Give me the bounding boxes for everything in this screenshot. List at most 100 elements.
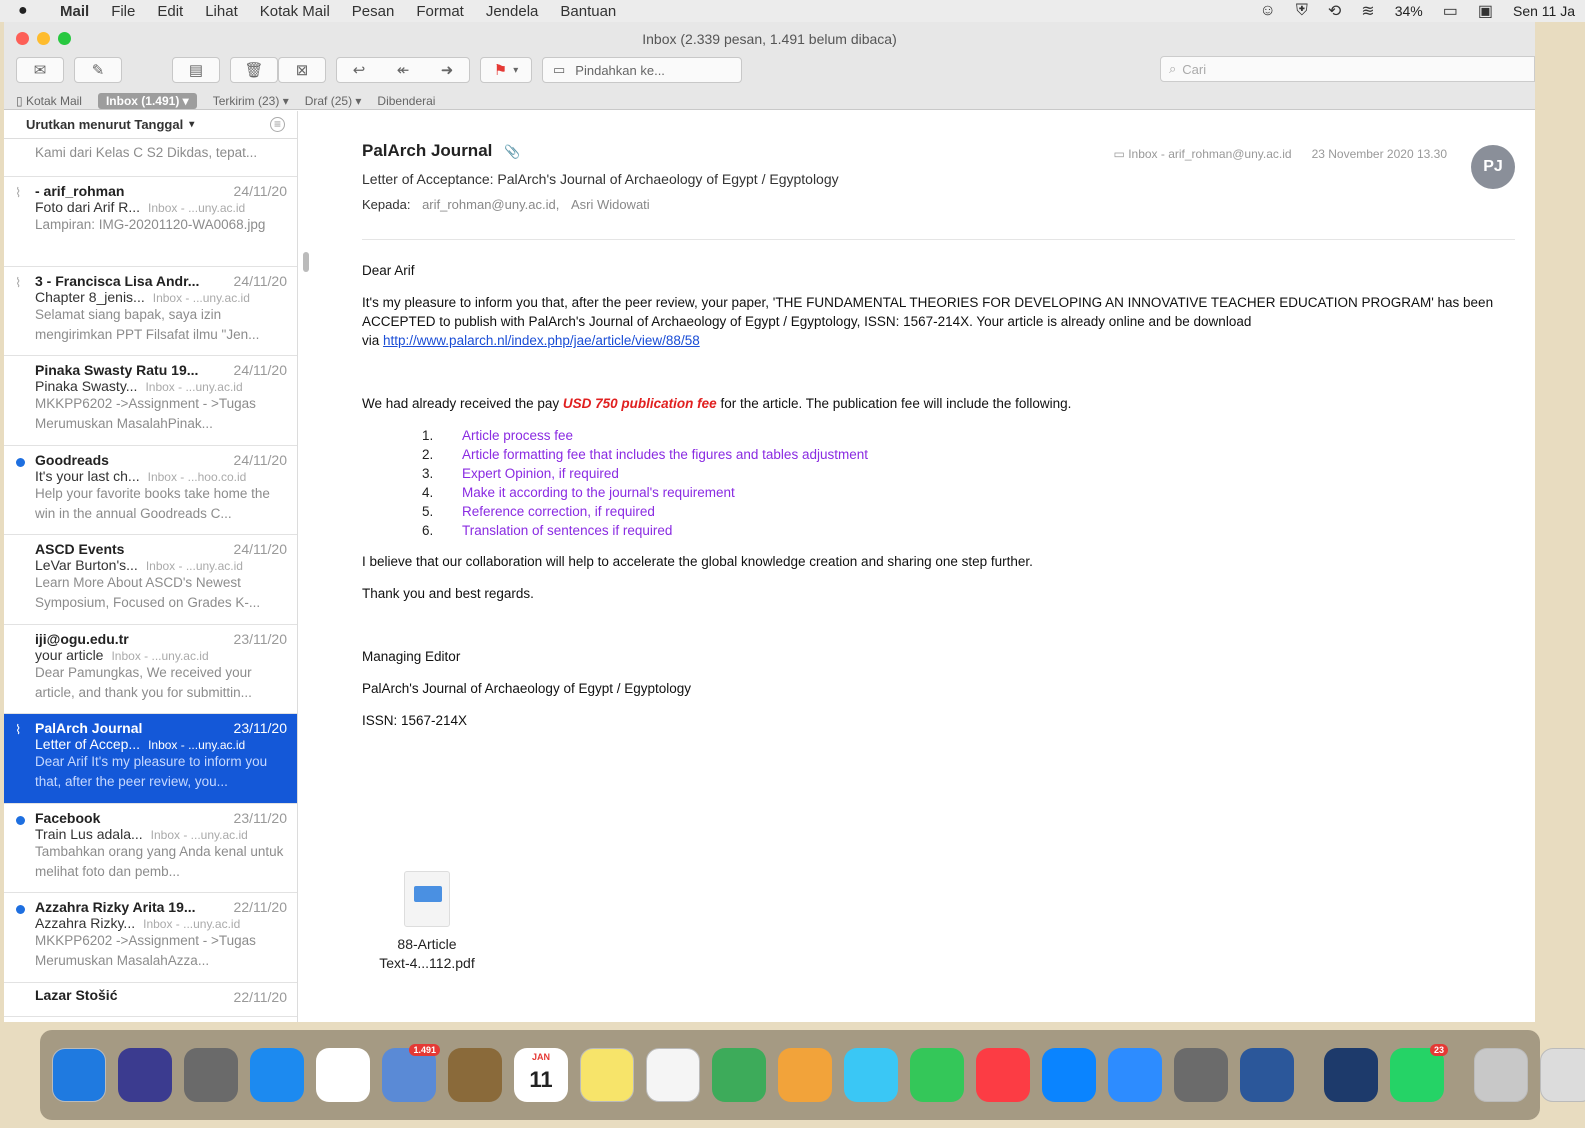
- unread-dot-icon: [16, 815, 25, 825]
- dock-downloads-icon[interactable]: [1474, 1048, 1528, 1102]
- message-date: 23/11/20: [233, 809, 287, 826]
- battery-percent[interactable]: 34%: [1395, 3, 1423, 19]
- list-item[interactable]: Facebook 23/11/20 Train Lus adala... Inbox …: [4, 804, 297, 893]
- list-scrollbar[interactable]: [303, 252, 309, 272]
- shield-icon[interactable]: ⛨: [1296, 2, 1308, 20]
- list-item[interactable]: ⌇ 3 - Francisca Lisa Andr... 24/11/20 Chapt…: [4, 267, 297, 356]
- dock-calendar-icon[interactable]: JAN 11: [514, 1048, 568, 1102]
- junk-button[interactable]: ⊠: [278, 57, 326, 83]
- dock-system-preferences-icon[interactable]: [1174, 1048, 1228, 1102]
- article-link[interactable]: http://www.palarch.nl/index.php/jae/arti…: [383, 333, 700, 348]
- message-preview: Dear Pamungkas, We received your article…: [35, 664, 252, 700]
- fav-mailboxes-label: Kotak Mail: [25, 94, 82, 108]
- dock-trash-icon[interactable]: [1540, 1048, 1585, 1102]
- fee-item-number: 4.: [422, 485, 434, 500]
- fav-inbox[interactable]: Inbox (1.491) ▾: [97, 93, 197, 109]
- avatar[interactable]: PJ: [1471, 145, 1515, 189]
- menu-mailbox[interactable]: Kotak Mail: [260, 3, 330, 20]
- menu-edit[interactable]: Edit: [157, 3, 183, 20]
- search-icon: ⌕: [1169, 61, 1177, 76]
- battery-icon[interactable]: ▭: [1443, 1, 1458, 21]
- menu-help[interactable]: Bantuan: [560, 3, 616, 20]
- reply-all-icon[interactable]: ↞: [397, 61, 410, 79]
- menu-window[interactable]: Jendela: [486, 3, 539, 20]
- message-date: 24/11/20: [233, 451, 287, 468]
- paragraph-3: I believe that our collaboration will he…: [362, 554, 1033, 569]
- dock-chrome-icon[interactable]: [316, 1048, 370, 1102]
- flag-icon: ⚑: [493, 62, 508, 79]
- dock-keynote-icon[interactable]: [1324, 1048, 1378, 1102]
- fee-list-item: 1. Article process fee: [422, 426, 1505, 445]
- get-mail-button[interactable]: ✉: [16, 57, 64, 83]
- dock-siri-icon[interactable]: [118, 1048, 172, 1102]
- dock-stickies-icon[interactable]: [580, 1048, 634, 1102]
- list-item[interactable]: ⌇ PalArch Journal 23/11/20 Letter of Accep.…: [4, 714, 297, 804]
- list-item[interactable]: Azzahra Rizky Arita 19... 22/11/20 Azzahra…: [4, 893, 297, 983]
- attachment[interactable]: 88-Article Text-4...112.pdf: [362, 871, 492, 973]
- dock-maps-icon[interactable]: [712, 1048, 766, 1102]
- menu-view[interactable]: Lihat: [205, 3, 238, 20]
- paperclip-icon: ⌇: [15, 185, 22, 200]
- fee-item-text: Article process fee: [462, 428, 574, 443]
- list-item[interactable]: iji@ogu.edu.tr 23/11/20 your article Inbox …: [4, 625, 297, 714]
- wifi-icon[interactable]: ≋: [1361, 1, 1374, 21]
- search-field[interactable]: ⌕ Cari: [1160, 56, 1535, 82]
- filter-icon[interactable]: ≡: [270, 117, 285, 132]
- fav-flagged[interactable]: Dibenderai: [377, 94, 435, 108]
- dock-facetime-icon[interactable]: [910, 1048, 964, 1102]
- dock-reminders-icon[interactable]: [646, 1048, 700, 1102]
- dock-app-store-icon[interactable]: [1042, 1048, 1096, 1102]
- dock-messages-icon[interactable]: [844, 1048, 898, 1102]
- fav-sent[interactable]: Terkirim (23) ▾: [213, 94, 289, 108]
- dock-photos-icon[interactable]: [778, 1048, 832, 1102]
- sort-menu[interactable]: Urutkan menurut Tanggal ▾ ≡: [4, 111, 297, 139]
- compose-button[interactable]: ✎: [74, 57, 122, 83]
- message-sender: Lazar Stošić: [35, 986, 118, 1003]
- time-machine-icon[interactable]: ⟲: [1328, 1, 1341, 21]
- to-address[interactable]: arif_rohman@uny.ac.id,: [422, 197, 559, 212]
- fav-mailboxes[interactable]: ▯ Kotak Mail: [16, 94, 82, 108]
- message-preview: Lampiran: IMG-20201120-WA0068.jpg: [35, 217, 266, 232]
- dock-notes-book-icon[interactable]: [448, 1048, 502, 1102]
- dock-mail-icon[interactable]: 1.491: [382, 1044, 440, 1102]
- list-item[interactable]: ASCD Events 24/11/20 LeVar Burton's... Inbo…: [4, 535, 297, 625]
- fee-list-item: 3. Expert Opinion, if required: [422, 464, 1505, 483]
- dock-safari-icon[interactable]: [250, 1048, 304, 1102]
- list-item-partial[interactable]: Kami dari Kelas C S2 Dikdas, tepat...: [4, 143, 297, 177]
- apple-icon[interactable]: ●: [18, 2, 40, 20]
- paragraph-1: It's my pleasure to inform you that, aft…: [362, 293, 1505, 350]
- dock-zoom-icon[interactable]: [1108, 1048, 1162, 1102]
- menu-clock[interactable]: Sen 11 Ja: [1513, 3, 1575, 19]
- dock-whatsapp-icon[interactable]: 23: [1390, 1044, 1448, 1102]
- forward-icon[interactable]: ➜: [441, 61, 454, 79]
- menu-format[interactable]: Format: [416, 3, 464, 20]
- menu-message[interactable]: Pesan: [352, 3, 395, 20]
- dock-music-icon[interactable]: [976, 1048, 1030, 1102]
- cc-address[interactable]: Asri Widowati: [571, 197, 650, 212]
- fee-item-text: Reference correction, if required: [462, 504, 655, 519]
- message-date: 22/11/20: [233, 899, 287, 915]
- reader-sender[interactable]: PalArch Journal: [362, 141, 492, 160]
- dock-finder-icon[interactable]: [52, 1048, 106, 1102]
- flag-button[interactable]: ⚑ ▾: [480, 57, 532, 83]
- list-item[interactable]: ⌇ - arif_rohman 24/11/20 Foto dari Arif R..…: [4, 177, 297, 267]
- list-item[interactable]: Goodreads 24/11/20 It's your last ch... Inb…: [4, 446, 297, 535]
- input-source-icon[interactable]: ▣: [1478, 1, 1493, 21]
- fav-drafts[interactable]: Draf (25) ▾: [305, 94, 362, 108]
- fee-list-item: 6. Translation of sentences if required: [422, 521, 1505, 540]
- sort-label: Urutkan menurut Tanggal: [26, 117, 184, 132]
- archive-button[interactable]: ▤: [172, 57, 220, 83]
- menu-file[interactable]: File: [111, 3, 135, 20]
- move-to-button[interactable]: ▭ Pindahkan ke...: [542, 57, 742, 83]
- dock-launchpad-icon[interactable]: [184, 1048, 238, 1102]
- reply-icon[interactable]: ↩: [353, 61, 366, 79]
- menu-mail[interactable]: Mail: [60, 3, 89, 20]
- message-date: 22/11/20: [233, 988, 287, 1005]
- face-icon[interactable]: ☺: [1260, 2, 1276, 20]
- dock-word-icon[interactable]: [1240, 1048, 1294, 1102]
- list-item[interactable]: Pinaka Swasty Ratu 19... 24/11/20 Pinaka S…: [4, 356, 297, 446]
- list-item[interactable]: Lazar Stošić 22/11/20: [4, 983, 297, 1017]
- fee-item-text: Article formatting fee that includes the…: [462, 447, 868, 462]
- delete-button[interactable]: 🗑: [230, 57, 278, 83]
- chevron-down-icon: ▾: [189, 119, 195, 130]
